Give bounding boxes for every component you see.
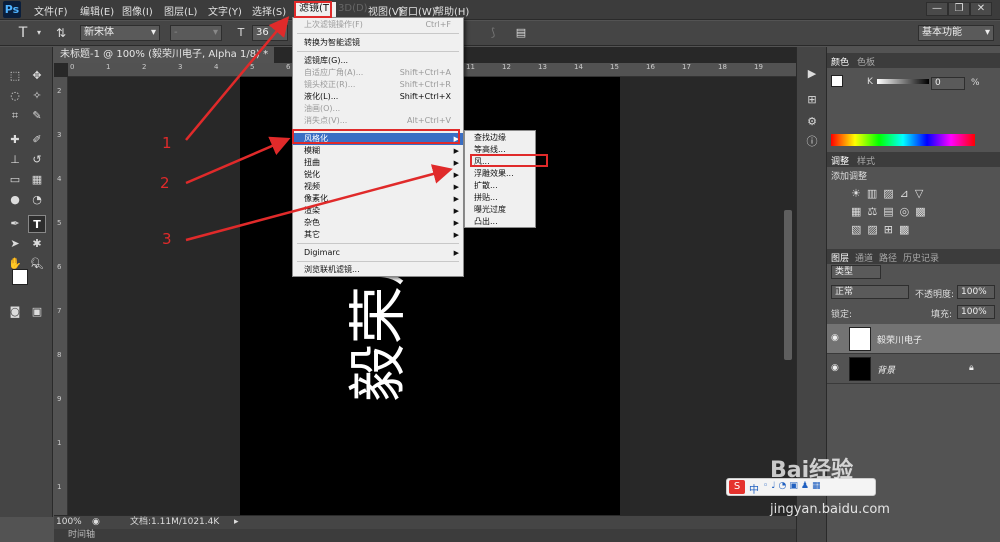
arrow-3: [185, 164, 453, 242]
annotation-label-2: 2: [160, 174, 170, 192]
watermark-url: jingyan.baidu.com: [770, 502, 890, 517]
arrow-2: [185, 136, 291, 185]
annotation-label-1: 1: [162, 134, 172, 152]
ime-mode: 中: [749, 485, 759, 496]
sogou-logo-icon: S: [729, 480, 745, 494]
annotation-label-3: 3: [162, 230, 172, 248]
baidu-jingyan-watermark: S 中 ◦♩◔▣♟▦ Bai经验 jingyan.baidu.com: [726, 430, 890, 525]
watermark-brand: Bai经验: [770, 458, 854, 483]
arrow-1: [185, 16, 290, 141]
